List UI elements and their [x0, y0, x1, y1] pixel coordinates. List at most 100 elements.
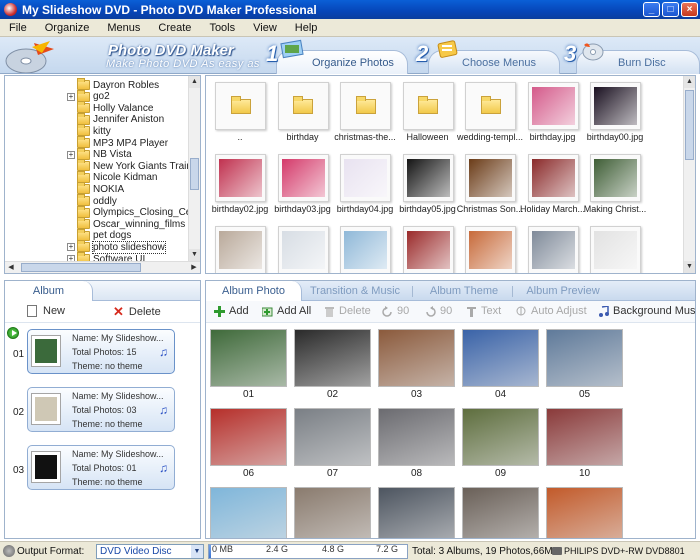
folder-tree-item[interactable]: Dayron Robles — [77, 78, 159, 91]
scroll-right-arrow-icon[interactable]: ▶ — [188, 262, 200, 273]
folder-tree-item[interactable]: pet dogs — [77, 228, 131, 242]
folder-tree-item[interactable]: Jennifer Aniston — [77, 112, 164, 126]
menu-organize[interactable]: Organize — [36, 22, 99, 34]
close-button[interactable]: × — [681, 2, 698, 17]
maximize-button[interactable]: □ — [662, 2, 679, 17]
tab-transition-music[interactable]: Transition & Music — [302, 281, 408, 301]
album-photo-thumbnail[interactable] — [294, 487, 371, 538]
browser-photo-item[interactable] — [210, 223, 270, 273]
90-button[interactable]: 90 — [382, 305, 409, 317]
folder-tree-item[interactable]: Oscar_winning_films — [77, 217, 185, 230]
browser-photo-item[interactable]: birthday02.jpg — [210, 151, 270, 217]
folder-tree-item[interactable]: + Software UI — [67, 252, 145, 261]
album-photo-thumbnail[interactable] — [378, 408, 455, 466]
browser-photo-item[interactable]: birthday03.jpg — [273, 151, 333, 217]
menu-menus[interactable]: Menus — [98, 22, 149, 34]
expand-plus-icon[interactable]: + — [67, 150, 75, 159]
dvd-drive-name[interactable]: PHILIPS DVD+-RW DVD8801 — [564, 546, 685, 556]
browser-photo-item[interactable] — [273, 223, 333, 273]
browser-photo-item[interactable]: birthday04.jpg — [335, 151, 395, 217]
scroll-thumb[interactable] — [190, 158, 199, 190]
scroll-down-arrow-icon[interactable]: ▼ — [684, 261, 695, 273]
scroll-thumb[interactable] — [21, 263, 141, 272]
album-photo-thumbnail[interactable] — [462, 408, 539, 466]
browser-photo-item[interactable] — [335, 223, 395, 273]
browser-photo-item[interactable] — [398, 223, 458, 273]
folder-tree-horizontal-scrollbar[interactable]: ◀ ▶ — [5, 261, 200, 273]
step-burn-disc[interactable]: 3 Burn Disc — [562, 37, 700, 74]
folder-tree-item[interactable]: New York Giants Training C — [77, 159, 188, 172]
folder-tree-item[interactable]: Nicole Kidman — [77, 170, 157, 184]
album-photo-thumbnail[interactable] — [462, 487, 539, 538]
expand-plus-icon[interactable]: + — [67, 92, 75, 101]
browser-photo-item[interactable] — [523, 223, 583, 273]
background-music-button[interactable]: Background Music — [598, 304, 695, 317]
new-album-button[interactable]: New — [27, 305, 65, 317]
album-photo-thumbnail[interactable] — [294, 408, 371, 466]
minimize-button[interactable]: _ — [643, 2, 660, 17]
play-icon[interactable] — [7, 327, 19, 339]
browser-photo-item[interactable] — [460, 223, 520, 273]
browser-folder-item[interactable]: Halloween — [398, 79, 458, 145]
browser-folder-item[interactable]: christmas-the... — [334, 79, 396, 145]
browser-photo-item[interactable]: Making Christ... — [584, 151, 646, 217]
browser-photo-item[interactable]: Holiday March... — [520, 151, 585, 217]
delete-button[interactable]: Delete — [324, 305, 371, 317]
folder-tree-item[interactable]: + photo slideshow — [67, 240, 166, 254]
tab-album-theme[interactable]: Album Theme — [414, 281, 514, 301]
step-choose-menus[interactable]: 2 Choose Menus — [414, 37, 562, 74]
album-photo-thumbnail[interactable] — [462, 329, 539, 387]
add-button[interactable]: Add — [214, 305, 249, 317]
album-photo-thumbnail[interactable] — [210, 408, 287, 466]
new-album-label: New — [43, 305, 66, 317]
menu-view[interactable]: View — [244, 22, 286, 34]
album-photo-thumbnail[interactable] — [294, 329, 371, 387]
folder-tree-vertical-scrollbar[interactable]: ▲ ▼ — [188, 76, 200, 261]
browser-folder-item[interactable]: birthday — [273, 79, 333, 145]
album-photo-thumbnail[interactable] — [546, 408, 623, 466]
browser-photo-item[interactable]: birthday00.jpg — [585, 79, 645, 145]
folder-tree-item[interactable]: Holly Valance — [77, 101, 153, 114]
menu-help[interactable]: Help — [286, 22, 327, 34]
scroll-down-arrow-icon[interactable]: ▼ — [189, 249, 200, 261]
scroll-left-arrow-icon[interactable]: ◀ — [5, 262, 17, 273]
album-card[interactable]: Name: My Slideshow... Total Photos: 01 The… — [27, 445, 175, 490]
album-photo-thumbnail[interactable] — [546, 329, 623, 387]
browser-photo-item[interactable]: Christmas Son... — [457, 151, 523, 217]
folder-tree-item[interactable]: Olympics_Closing_Ceremon — [77, 205, 188, 219]
step-organize-photos[interactable]: 1 Organize Photos — [262, 37, 410, 74]
chevron-down-icon[interactable]: ▼ — [191, 545, 203, 558]
auto-adjust-button[interactable]: Auto Adjust — [516, 305, 587, 317]
album-photo-thumbnail[interactable] — [378, 487, 455, 538]
menu-create[interactable]: Create — [149, 22, 200, 34]
menu-file[interactable]: File — [0, 22, 36, 34]
album-photo-thumbnail[interactable] — [378, 329, 455, 387]
browser-folder-item[interactable]: wedding-templ... — [457, 79, 523, 145]
file-browser-scrollbar[interactable]: ▲ ▼ — [683, 76, 695, 273]
90-button[interactable]: 90 — [425, 305, 452, 317]
folder-tree-item[interactable]: + NB Vista — [67, 147, 132, 161]
scroll-up-arrow-icon[interactable]: ▲ — [684, 76, 695, 88]
add-all-button[interactable]: Add All — [261, 305, 311, 317]
album-card[interactable]: Name: My Slideshow... Total Photos: 15 The… — [27, 329, 175, 374]
menu-tools[interactable]: Tools — [200, 22, 244, 34]
folder-tree-item[interactable]: MP3 MP4 Player — [77, 136, 169, 149]
text-button[interactable]: Text — [466, 305, 501, 317]
browser-photo-item[interactable] — [585, 223, 645, 273]
album-photo-thumbnail[interactable] — [210, 329, 287, 387]
tab-album-preview[interactable]: Album Preview — [512, 281, 614, 301]
browser-photo-item[interactable]: birthday.jpg — [523, 79, 583, 145]
tab-album-photo[interactable]: Album Photo — [206, 281, 302, 301]
tab-album[interactable]: Album — [5, 281, 93, 301]
output-format-select[interactable]: DVD Video Disc ▼ — [96, 544, 204, 559]
delete-album-button[interactable]: ✕ Delete — [113, 304, 161, 320]
scroll-up-arrow-icon[interactable]: ▲ — [189, 76, 200, 88]
expand-plus-icon[interactable]: + — [67, 243, 75, 252]
browser-photo-item[interactable]: birthday05.jpg — [398, 151, 458, 217]
browser-folder-item[interactable]: .. — [210, 79, 270, 145]
album-card[interactable]: Name: My Slideshow... Total Photos: 03 The… — [27, 387, 175, 432]
album-photo-thumbnail[interactable] — [546, 487, 623, 538]
album-photo-thumbnail[interactable] — [210, 487, 287, 538]
scroll-thumb[interactable] — [685, 90, 694, 160]
folder-name: MP3 MP4 Player — [93, 137, 169, 149]
